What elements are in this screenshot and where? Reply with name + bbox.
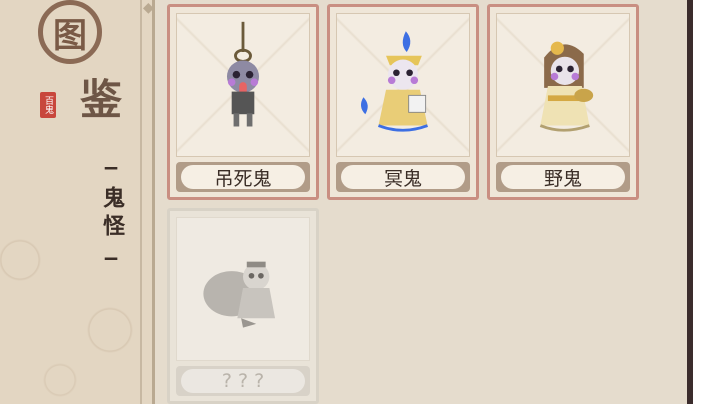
- codex-grid: 吊死鬼 冥鬼 野鬼 ? ? ?: [155, 0, 687, 404]
- bracket-top-icon: ▔: [104, 167, 118, 186]
- sidebar: 图 鉴 百鬼 ▔ 鬼怪 ▁: [0, 0, 155, 404]
- card-nameplate: ? ? ?: [176, 366, 310, 396]
- card-portrait: [336, 13, 470, 157]
- ghost-name: 吊死鬼: [181, 165, 305, 190]
- sidebar-divider: [140, 0, 142, 404]
- card-portrait: [496, 13, 630, 157]
- title-char-circle: 图: [38, 0, 102, 64]
- ghost-name: 冥鬼: [341, 165, 465, 190]
- ghost-card-1[interactable]: 吊死鬼: [167, 4, 319, 200]
- ghost-card-4-locked[interactable]: ? ? ?: [167, 208, 319, 404]
- seal-stamp: 百鬼: [40, 92, 56, 118]
- ghost-card-2[interactable]: 冥鬼: [327, 4, 479, 200]
- locked-ghost-silhouette-icon: [203, 261, 276, 328]
- card-nameplate: 冥鬼: [336, 162, 470, 192]
- card-nameplate: 吊死鬼: [176, 162, 310, 192]
- hanged-ghost-icon: [226, 21, 260, 127]
- ghost-name: 野鬼: [501, 165, 625, 190]
- codex-screen: 图 鉴 百鬼 ▔ 鬼怪 ▁ ◆ 吊死鬼 冥鬼 野鬼 ? ? ?: [0, 0, 720, 404]
- title-char-main: 鉴: [80, 75, 123, 124]
- wild-ghost-icon: [539, 41, 594, 132]
- ghost-card-3[interactable]: 野鬼: [487, 4, 639, 200]
- category-tab[interactable]: ▔ 鬼怪 ▁: [96, 167, 126, 260]
- card-portrait: [176, 217, 310, 361]
- card-nameplate: 野鬼: [496, 162, 630, 192]
- ghost-name: ? ? ?: [181, 369, 305, 393]
- card-portrait: [176, 13, 310, 157]
- underworld-ghost-icon: [360, 31, 429, 132]
- bracket-bottom-icon: ▁: [104, 241, 118, 260]
- category-label: 鬼怪: [99, 186, 124, 242]
- right-margin: [693, 0, 720, 404]
